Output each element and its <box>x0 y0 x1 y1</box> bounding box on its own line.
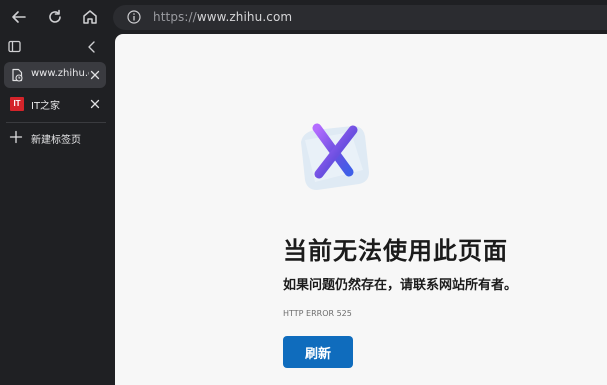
error-code: HTTP ERROR 525 <box>283 309 352 318</box>
url-host: www.zhihu.com <box>196 10 293 24</box>
tab-label: www.zhihu.c <box>31 68 89 79</box>
home-icon <box>83 10 97 24</box>
back-button[interactable] <box>9 7 29 27</box>
loading-page-icon <box>12 68 23 82</box>
sidebar-header <box>0 34 115 60</box>
new-tab-label: 新建标签页 <box>31 135 81 146</box>
error-title: 当前无法使用此页面 <box>283 237 508 265</box>
plus-icon <box>9 130 23 144</box>
refresh-button[interactable]: 刷新 <box>283 336 353 368</box>
page-content: 当前无法使用此页面 如果问题仍然存在，请联系网站所有者。 HTTP ERROR … <box>115 34 607 385</box>
home-button[interactable] <box>80 7 100 27</box>
arrow-left-icon <box>12 11 26 23</box>
error-description: 如果问题仍然存在，请联系网站所有者。 <box>283 278 518 293</box>
close-icon[interactable] <box>89 98 101 110</box>
vertical-tabs-sidebar: www.zhihu.c IT IT之家 新建标签页 <box>0 34 115 385</box>
collapse-pane-icon[interactable] <box>87 41 97 53</box>
close-icon[interactable] <box>89 69 101 81</box>
error-x-illustration-icon <box>301 123 369 190</box>
url-text: https://www.zhihu.com <box>153 10 292 24</box>
tab-zhihu[interactable]: www.zhihu.c <box>4 62 106 88</box>
info-icon[interactable] <box>127 10 141 24</box>
browser-toolbar: https://www.zhihu.com <box>0 0 607 34</box>
url-protocol: https:// <box>153 10 197 24</box>
new-tab-button[interactable]: 新建标签页 <box>4 126 106 150</box>
refresh-icon <box>49 9 61 23</box>
tab-actions-icon[interactable] <box>8 40 21 53</box>
tab-label: IT之家 <box>31 101 61 112</box>
address-bar[interactable]: https://www.zhihu.com <box>113 5 607 30</box>
ithome-logo-icon: IT <box>10 97 24 111</box>
sidebar-divider <box>6 122 106 123</box>
reload-button[interactable] <box>45 7 65 27</box>
tab-ithome[interactable]: IT IT之家 <box>4 91 106 117</box>
